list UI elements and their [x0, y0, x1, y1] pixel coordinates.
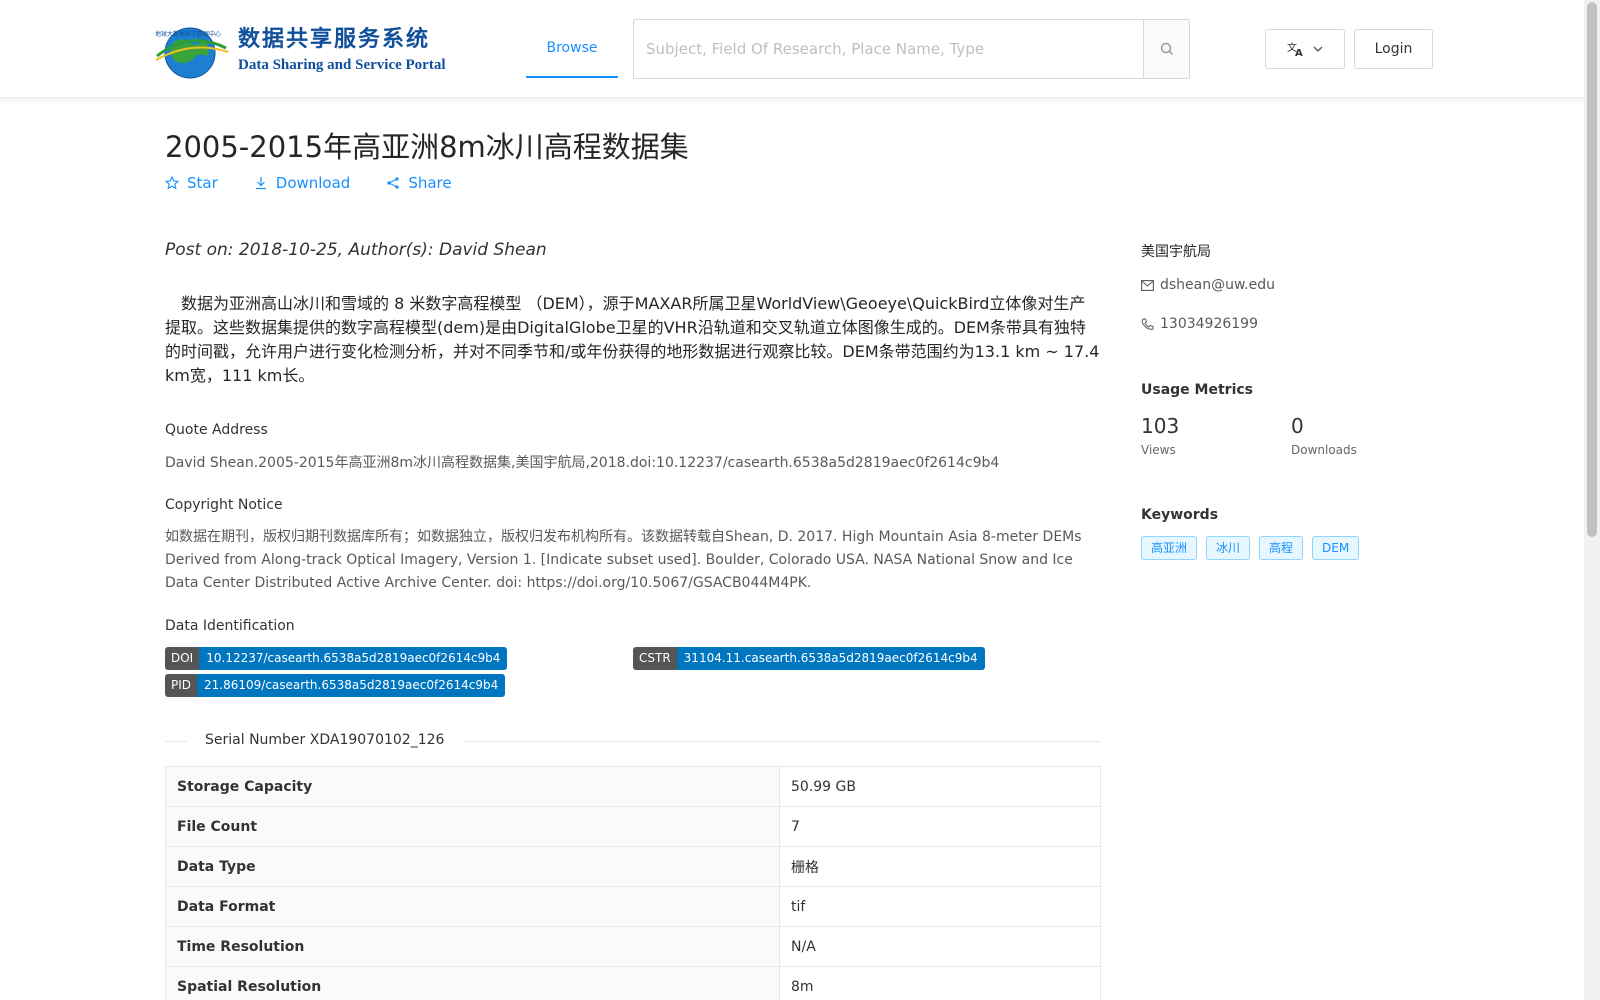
table-value: tif [779, 886, 1101, 927]
download-button[interactable]: Download [254, 174, 351, 192]
table-value: N/A [779, 926, 1101, 967]
table-row: Data Format tif [165, 886, 1101, 927]
table-value: 8m [779, 966, 1101, 1000]
downloads-label: Downloads [1291, 443, 1357, 457]
table-row: Storage Capacity 50.99 GB [165, 766, 1101, 807]
download-icon [255, 177, 266, 190]
divider-line-right [465, 741, 1101, 742]
serial-number: Serial Number XDA19070102_126 [205, 732, 445, 748]
translate-icon: 文 A [1287, 41, 1303, 57]
phone-icon [1141, 318, 1154, 330]
logo-title-cn: 数据共享服务系统 [238, 27, 431, 52]
dataset-info-table: Storage Capacity 50.99 GB File Count 7 Dat… [165, 766, 1101, 1000]
share-label: Share [408, 174, 452, 192]
doi-badge[interactable]: DOI 10.12237/casearth.6538a5d2819aec0f26… [165, 647, 508, 670]
page-scrollbar[interactable] [1584, 0, 1600, 1000]
copyright-label: Copyright Notice [165, 497, 283, 513]
table-row: Time Resolution N/A [165, 926, 1101, 967]
chevron-down-icon [1313, 46, 1323, 52]
cstr-value: 31104.11.casearth.6538a5d2819aec0f2614c9… [676, 647, 985, 670]
table-value: 7 [779, 806, 1101, 847]
search-box [633, 19, 1190, 79]
divider-line-left [165, 741, 187, 742]
contact-phone: 13034926199 [1141, 316, 1258, 332]
pid-value: 21.86109/casearth.6538a5d2819aec0f2614c9… [197, 674, 506, 697]
cstr-badge[interactable]: CSTR 31104.11.casearth.6538a5d2819aec0f2… [633, 647, 985, 670]
nav-browse-label: Browse [546, 40, 598, 56]
keyword-tag[interactable]: DEM [1312, 536, 1360, 560]
usage-metrics-heading: Usage Metrics [1141, 382, 1253, 398]
table-row: Data Type 栅格 [165, 846, 1101, 887]
dataset-actions: Star Download Share [165, 174, 452, 192]
login-button[interactable]: Login [1354, 29, 1433, 69]
star-button[interactable]: Star [165, 174, 218, 192]
email-text: dshean@uw.edu [1160, 277, 1275, 293]
cstr-key: CSTR [633, 647, 677, 670]
downloads-count: 0 [1291, 414, 1304, 438]
phone-text: 13034926199 [1160, 316, 1258, 332]
views-count: 103 [1141, 414, 1180, 438]
share-icon [387, 177, 399, 189]
star-label: Star [187, 174, 218, 192]
top-header: 地球大数据科学数据中心 数据共享服务系统 Data Sharing and Se… [0, 0, 1584, 98]
svg-text:A: A [1295, 48, 1303, 57]
dataset-title: 2005-2015年高亚洲8m冰川高程数据集 [165, 130, 689, 164]
table-row: File Count 7 [165, 806, 1101, 847]
contact-email[interactable]: dshean@uw.edu [1141, 277, 1275, 293]
table-key: File Count [165, 806, 780, 847]
quote-address-text: David Shean.2005-2015年高亚洲8m冰川高程数据集,美国宇航局… [165, 455, 1000, 471]
logo-title-en: Data Sharing and Service Portal [238, 57, 446, 73]
organization-name: 美国宇航局 [1141, 244, 1211, 260]
serial-number-divider: Serial Number XDA19070102_126 [165, 732, 1101, 749]
table-key: Data Format [165, 886, 780, 927]
quote-address-label: Quote Address [165, 422, 268, 438]
keyword-tag[interactable]: 冰川 [1206, 536, 1251, 560]
pid-badge[interactable]: PID 21.86109/casearth.6538a5d2819aec0f26… [165, 674, 506, 697]
data-identification-label: Data Identification [165, 618, 295, 634]
star-icon [165, 176, 179, 190]
post-info: Post on: 2018-10-25, Author(s): David Sh… [165, 240, 547, 260]
keyword-tag[interactable]: 高程 [1259, 536, 1304, 560]
svg-text:地球大数据科学数据中心: 地球大数据科学数据中心 [155, 30, 221, 38]
nav-active-underline [526, 76, 618, 78]
nav-browse[interactable]: Browse [526, 0, 618, 98]
search-button[interactable] [1143, 20, 1189, 78]
table-value: 栅格 [779, 846, 1101, 887]
doi-value: 10.12237/casearth.6538a5d2819aec0f2614c9… [199, 647, 508, 670]
table-key: Data Type [165, 846, 780, 887]
keyword-tag[interactable]: 高亚洲 [1141, 536, 1198, 560]
keywords-heading: Keywords [1141, 507, 1219, 523]
copyright-text: 如数据在期刊，版权归期刊数据库所有；如数据独立，版权归发布机构所有。该数据转载自… [165, 529, 1082, 591]
table-key: Storage Capacity [165, 766, 780, 807]
language-switcher[interactable]: 文 A [1265, 29, 1345, 69]
scrollbar-thumb[interactable] [1587, 2, 1597, 537]
pid-key: PID [165, 674, 198, 697]
search-input[interactable] [634, 20, 1143, 78]
mail-icon [1141, 279, 1154, 291]
site-logo[interactable]: 地球大数据科学数据中心 数据共享服务系统 Data Sharing and Se… [152, 22, 446, 80]
globe-logo-icon: 地球大数据科学数据中心 [152, 22, 232, 80]
table-row: Spatial Resolution 8m [165, 966, 1101, 1000]
table-value: 50.99 GB [779, 766, 1101, 807]
search-icon [1160, 42, 1173, 55]
table-key: Time Resolution [165, 926, 780, 967]
keyword-tags: 高亚洲 冰川 高程 DEM [1141, 536, 1360, 560]
share-button[interactable]: Share [386, 174, 452, 192]
views-label: Views [1141, 443, 1176, 457]
doi-key: DOI [165, 647, 200, 670]
download-label: Download [275, 174, 351, 192]
table-key: Spatial Resolution [165, 966, 780, 1000]
dataset-description: 数据为亚洲高山冰川和雪域的 8 米数字高程模型 （DEM），源于MAXAR所属卫… [165, 294, 1100, 385]
